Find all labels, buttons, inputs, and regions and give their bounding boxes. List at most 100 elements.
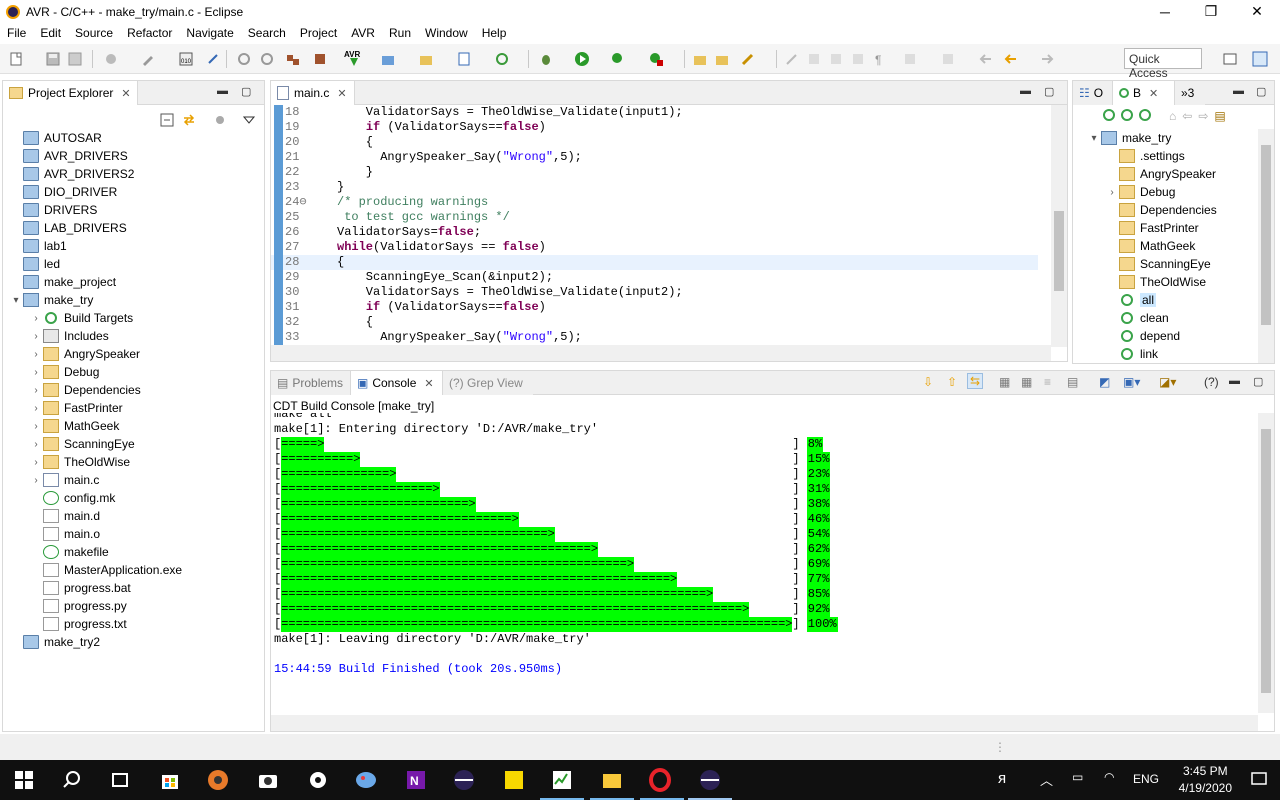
- edit-target-icon[interactable]: [1139, 109, 1151, 121]
- close-icon[interactable]: ✕: [1149, 87, 1158, 100]
- build-target-button-icon[interactable]: [1121, 109, 1133, 121]
- next-annotation-icon[interactable]: [902, 51, 918, 67]
- view-menu-icon[interactable]: [243, 115, 255, 125]
- menu-edit[interactable]: Edit: [33, 26, 68, 40]
- minimize-button[interactable]: ─: [1142, 0, 1188, 23]
- task-manager-icon[interactable]: [550, 768, 574, 792]
- hide-empty-folders-icon[interactable]: ▤: [1214, 109, 1225, 127]
- tree-item[interactable]: Dependencies: [1081, 201, 1217, 219]
- menu-window[interactable]: Window: [418, 26, 475, 40]
- menu-search[interactable]: Search: [241, 26, 293, 40]
- maximize-view-icon[interactable]: ▢: [1253, 375, 1263, 388]
- close-icon[interactable]: ✕: [121, 87, 130, 100]
- clear-console-icon[interactable]: ▤: [1067, 375, 1078, 389]
- tree-item[interactable]: led: [3, 255, 264, 273]
- coverage-icon[interactable]: [610, 51, 626, 67]
- scroll-thumb[interactable]: [1054, 211, 1064, 291]
- onenote-icon[interactable]: N: [404, 768, 428, 792]
- tree-item[interactable]: AVR_DRIVERS: [3, 147, 264, 165]
- task-view-icon[interactable]: [108, 768, 132, 792]
- tree-item[interactable]: MasterApplication.exe: [3, 561, 264, 579]
- expand-twisty-icon[interactable]: ›: [29, 475, 43, 486]
- tree-item[interactable]: DRIVERS: [3, 201, 264, 219]
- close-icon[interactable]: ✕: [424, 377, 433, 390]
- refresh-icon[interactable]: [494, 51, 510, 67]
- maximize-view-icon[interactable]: ▢: [1256, 85, 1266, 98]
- avr-upload-icon[interactable]: AVR: [344, 48, 364, 68]
- expand-twisty-icon[interactable]: ›: [29, 457, 43, 468]
- menu-avr[interactable]: AVR: [344, 26, 382, 40]
- cpp-perspective-icon[interactable]: [1252, 51, 1268, 67]
- block-selection-icon[interactable]: [828, 51, 844, 67]
- tree-item[interactable]: depend: [1081, 327, 1217, 345]
- external-tools-icon[interactable]: [648, 51, 664, 67]
- battery-icon[interactable]: ▭: [1072, 770, 1083, 784]
- forward-icon[interactable]: [1040, 51, 1056, 67]
- expand-twisty-icon[interactable]: ›: [29, 367, 43, 378]
- menu-file[interactable]: File: [0, 26, 33, 40]
- menu-run[interactable]: Run: [382, 26, 418, 40]
- quick-access-input[interactable]: Quick Access: [1124, 48, 1202, 80]
- people-icon[interactable]: ᴙ: [998, 770, 1006, 787]
- close-button[interactable]: ✕: [1234, 0, 1280, 23]
- expand-twisty-icon[interactable]: ›: [1105, 187, 1119, 198]
- expand-twisty-icon[interactable]: ›: [29, 313, 43, 324]
- mark-occurrences-icon[interactable]: [784, 51, 800, 67]
- console-output[interactable]: make all make[1]: Entering directory 'D:…: [274, 413, 1259, 713]
- new-file-icon[interactable]: [8, 51, 24, 67]
- minimize-view-icon[interactable]: ▬: [1020, 85, 1031, 97]
- tree-item[interactable]: ScanningEye: [1081, 255, 1217, 273]
- forward-nav-icon[interactable]: ⇨: [1198, 109, 1208, 127]
- help-icon[interactable]: (?): [1204, 375, 1219, 389]
- new-target-icon[interactable]: [1103, 109, 1115, 121]
- tab-project-explorer[interactable]: Project Explorer ✕: [3, 81, 138, 105]
- tree-item[interactable]: lab1: [3, 237, 264, 255]
- tree-item[interactable]: clean: [1081, 309, 1217, 327]
- open-type-icon[interactable]: [692, 51, 708, 67]
- new-project-icon[interactable]: [380, 51, 396, 67]
- scroll-thumb[interactable]: [1261, 145, 1271, 325]
- tree-item[interactable]: progress.txt: [3, 615, 264, 633]
- tree-item[interactable]: progress.bat: [3, 579, 264, 597]
- tab-overflow[interactable]: »3: [1175, 81, 1205, 105]
- last-edit-icon[interactable]: [977, 51, 993, 67]
- restore-button[interactable]: ❐: [1188, 0, 1234, 23]
- open-console-icon[interactable]: ◪▾: [1159, 375, 1176, 389]
- tree-item[interactable]: LAB_DRIVERS: [3, 219, 264, 237]
- sticky-notes-icon[interactable]: [502, 768, 526, 792]
- tree-item[interactable]: .settings: [1081, 147, 1217, 165]
- expand-twisty-icon[interactable]: ▾: [9, 295, 23, 306]
- maximize-view-icon[interactable]: ▢: [241, 85, 251, 98]
- binary-icon[interactable]: 010: [178, 51, 194, 67]
- tree-item[interactable]: ▾ make_try: [1081, 129, 1217, 147]
- tree-item[interactable]: all: [1081, 291, 1217, 309]
- minimize-view-icon[interactable]: ▬: [1233, 85, 1244, 97]
- scroll-up-icon[interactable]: ⇧: [947, 375, 957, 389]
- store-icon[interactable]: [158, 768, 182, 792]
- tree-item[interactable]: › Dependencies: [3, 381, 264, 399]
- show-whitespace-icon[interactable]: [850, 51, 866, 67]
- tree-item[interactable]: DIO_DRIVER: [3, 183, 264, 201]
- new-class-icon[interactable]: [456, 51, 472, 67]
- menu-navigate[interactable]: Navigate: [179, 26, 240, 40]
- pin-console-icon[interactable]: ◩: [1099, 375, 1110, 389]
- tree-item[interactable]: main.d: [3, 507, 264, 525]
- tree-item[interactable]: progress.py: [3, 597, 264, 615]
- toggle-icon[interactable]: [806, 51, 822, 67]
- debug-icon[interactable]: [205, 51, 221, 67]
- tree-item[interactable]: AngrySpeaker: [1081, 165, 1217, 183]
- maximize-view-icon[interactable]: ▢: [1044, 85, 1054, 98]
- menu-project[interactable]: Project: [293, 26, 344, 40]
- console-vertical-scrollbar[interactable]: [1258, 413, 1274, 713]
- settings-icon[interactable]: [103, 51, 119, 67]
- file-explorer-icon[interactable]: [600, 768, 624, 792]
- scroll-lock-icon[interactable]: ⇆: [967, 373, 984, 389]
- tab-main-c[interactable]: main.c ✕: [271, 81, 355, 105]
- back-icon[interactable]: [1002, 51, 1018, 67]
- paint-icon[interactable]: [354, 768, 378, 792]
- media-player-icon[interactable]: [206, 768, 230, 792]
- language-indicator[interactable]: ENG: [1133, 772, 1159, 786]
- paste-icon[interactable]: ▦: [1021, 375, 1032, 389]
- build-icon[interactable]: [140, 51, 156, 67]
- tree-item[interactable]: makefile: [3, 543, 264, 561]
